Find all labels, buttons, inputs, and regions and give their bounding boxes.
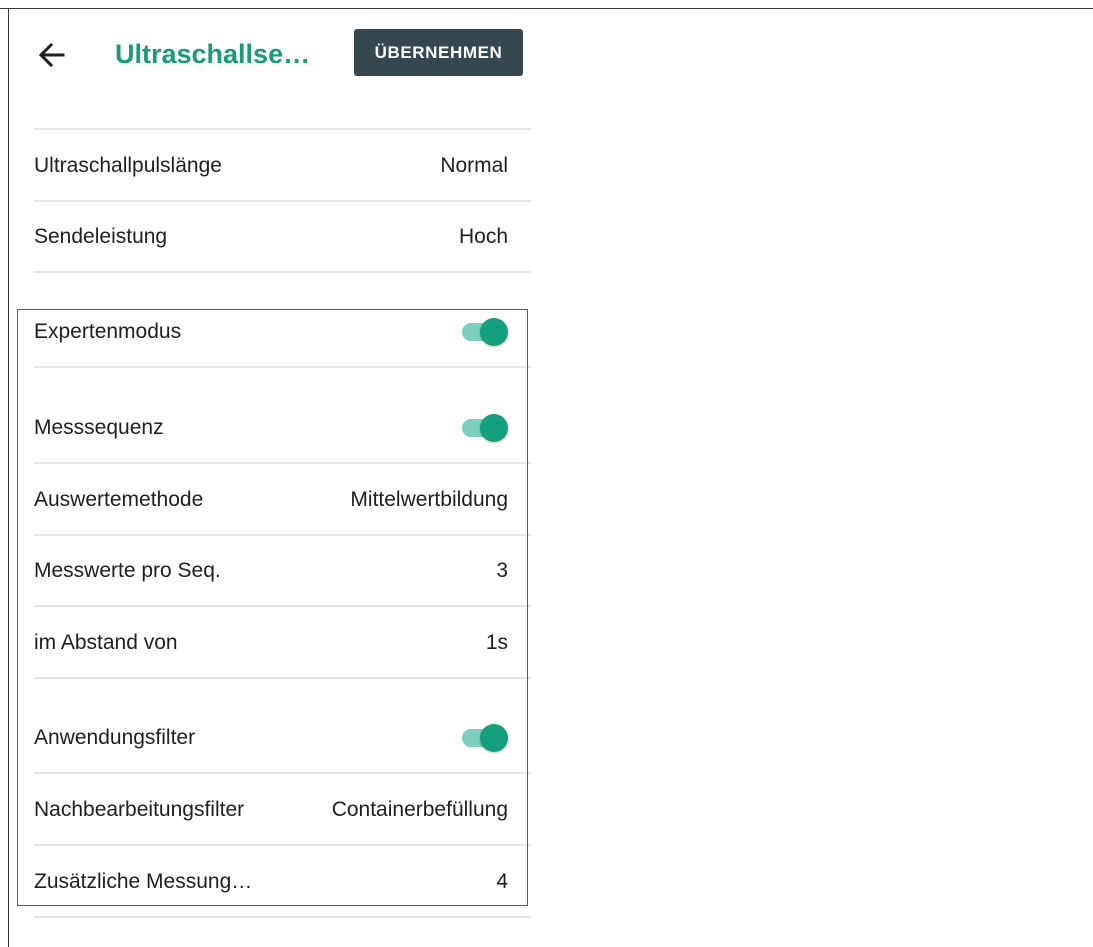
- setting-row-zusaetzliche-messung[interactable]: Zusätzliche Messung… 4: [34, 846, 531, 918]
- setting-row-expertenmodus[interactable]: Expertenmodus: [34, 296, 531, 368]
- setting-row-auswertemethode[interactable]: Auswertemethode Mittelwertbildung: [34, 464, 531, 536]
- setting-row-sendeleistung[interactable]: Sendeleistung Hoch: [34, 201, 531, 273]
- setting-value: Hoch: [458, 225, 508, 248]
- setting-label: Anwendungsfilter: [34, 726, 196, 749]
- settings-list[interactable]: Empfindlichkeit Maximal Ultraschallpulsl…: [9, 0, 531, 947]
- setting-row-ultraschallpulslaenge[interactable]: Ultraschallpulslänge Normal: [34, 130, 531, 202]
- toggle-knob: [480, 318, 508, 346]
- setting-label: Sendeleistung: [34, 225, 168, 248]
- anwendungsfilter-toggle[interactable]: [460, 724, 510, 752]
- expertenmodus-toggle[interactable]: [460, 318, 510, 346]
- setting-row-nachbearbeitungsfilter[interactable]: Nachbearbeitungsfilter Containerbefüllun…: [34, 774, 531, 846]
- setting-label: Zusätzliche Messung…: [34, 870, 253, 893]
- toggle-knob: [480, 414, 508, 442]
- setting-value: Normal: [440, 154, 508, 177]
- setting-label: Auswertemethode: [34, 488, 204, 511]
- app-bar: Ultraschallse… ÜBERNEHMEN: [9, 9, 531, 91]
- divider: [34, 677, 531, 679]
- apply-button[interactable]: ÜBERNEHMEN: [354, 29, 523, 76]
- setting-label: Nachbearbeitungsfilter: [34, 798, 245, 821]
- setting-label: Expertenmodus: [34, 320, 182, 343]
- setting-label: im Abstand von: [34, 631, 178, 654]
- setting-value: 1s: [485, 631, 508, 654]
- setting-value: 3: [496, 559, 508, 582]
- divider: [34, 366, 531, 368]
- setting-value: 4: [496, 870, 508, 893]
- back-button[interactable]: [33, 35, 73, 75]
- setting-row-anwendungsfilter[interactable]: Anwendungsfilter: [34, 702, 531, 774]
- setting-value: Containerbefüllung: [331, 798, 508, 821]
- toggle-knob: [480, 724, 508, 752]
- setting-row-messwerte-pro-seq[interactable]: Messwerte pro Seq. 3: [34, 535, 531, 607]
- divider: [34, 271, 531, 273]
- page-title: Ultraschallse…: [115, 39, 311, 69]
- setting-label: Messwerte pro Seq.: [34, 559, 221, 582]
- arrow-left-icon: [38, 42, 65, 68]
- setting-label: Ultraschallpulslänge: [34, 154, 222, 177]
- setting-value: Mittelwertbildung: [350, 488, 508, 511]
- setting-row-messsequenz[interactable]: Messsequenz: [34, 392, 531, 464]
- setting-row-im-abstand-von[interactable]: im Abstand von 1s: [34, 607, 531, 679]
- setting-label: Messsequenz: [34, 416, 164, 439]
- messsequenz-toggle[interactable]: [460, 414, 510, 442]
- divider: [34, 916, 531, 918]
